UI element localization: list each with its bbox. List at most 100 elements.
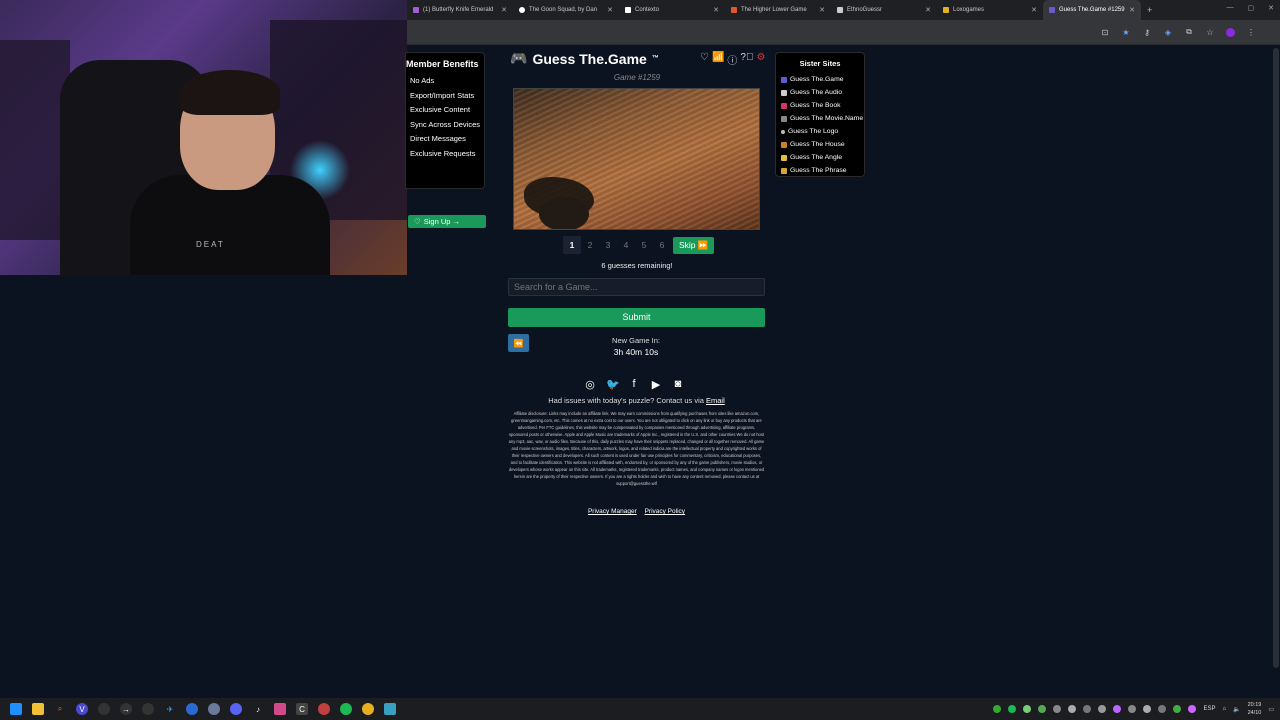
minimize-icon[interactable]: — [1227,4,1234,12]
tab-butterfly-knife[interactable]: (1) Butterfly Knife Emerald ✕ [407,0,513,20]
search-icon[interactable]: ⌕ [54,703,66,715]
app-blue-icon[interactable] [186,703,198,715]
close-tab-icon[interactable]: ✕ [501,6,507,14]
tab-goon-squad[interactable]: The Goon Squad, by Dan ✕ [513,0,619,20]
notepad-icon[interactable] [384,703,396,715]
profile-avatar[interactable] [1226,27,1235,37]
rss-icon[interactable]: ◙ [672,378,684,391]
tray-app9-icon[interactable] [1143,705,1152,713]
sister-site-link[interactable]: Guess The House [781,138,863,151]
network-icon[interactable]: ⌂ [1222,706,1226,712]
app-c-icon[interactable]: C [296,703,308,715]
menu-dots-icon[interactable]: ⋮ [1246,28,1256,37]
sister-site-link[interactable]: Guess The Logo [781,125,863,138]
bookmark-star-icon[interactable]: ★ [1121,28,1131,37]
email-link[interactable]: Email [706,396,725,405]
app-grey-icon[interactable] [208,703,220,715]
tray-app12-icon[interactable] [1188,705,1197,713]
close-tab-icon[interactable]: ✕ [819,6,825,14]
taskbar-clock[interactable]: 20:19 24/10 [1248,701,1262,717]
app-colorful-icon[interactable] [274,703,286,715]
tray-app-icon[interactable] [1023,705,1032,713]
stats-icon[interactable]: 📶 [712,52,724,67]
streamer-hair [180,70,280,115]
app-arrow-icon[interactable]: → [120,703,132,715]
close-tab-icon[interactable]: ✕ [1031,6,1037,14]
file-explorer-icon[interactable] [32,703,44,715]
sister-site-link[interactable]: Guess The Phrase [781,164,863,177]
privacy-policy-link[interactable]: Privacy Policy [645,508,685,515]
tab-loxogames[interactable]: Loxogames ✕ [937,0,1043,20]
close-tab-icon[interactable]: ✕ [607,6,613,14]
youtube-icon[interactable]: ▶ [650,378,662,391]
stage-button[interactable]: 6 [653,236,671,254]
notifications-icon[interactable]: ▭ [1268,706,1274,713]
app-red-icon[interactable] [318,703,330,715]
tray-app6-icon[interactable] [1098,705,1107,713]
tiktok-icon[interactable]: ♪ [252,703,264,715]
skip-button[interactable]: Skip ⏩ [673,236,715,254]
stage-button[interactable]: 2 [581,236,599,254]
previous-game-button[interactable]: ⏪ [508,334,529,352]
bookmarks-icon[interactable]: ☆ [1205,28,1215,37]
settings-gear-icon[interactable]: ⚙ [756,52,765,67]
help-icon[interactable]: ?⃝ [740,52,753,67]
sister-site-link[interactable]: Guess The Movie.Name [781,112,863,125]
tray-app10-icon[interactable] [1158,705,1167,713]
app-circle-icon[interactable] [98,703,110,715]
spotify-icon[interactable] [340,703,352,715]
tray-app11-icon[interactable] [1173,705,1182,713]
sister-site-link[interactable]: Guess The.Game [781,73,863,86]
tray-app5-icon[interactable] [1083,705,1092,713]
tab-contexto[interactable]: Contexto ✕ [619,0,725,20]
submit-button[interactable]: Submit [508,308,765,327]
facebook-icon[interactable]: f [628,378,640,391]
maximize-icon[interactable]: ▢ [1248,4,1255,12]
info-icon[interactable]: ⓘ [727,52,737,67]
close-tab-icon[interactable]: ✕ [1129,6,1135,14]
tray-app8-icon[interactable] [1128,705,1137,713]
windows-start-icon[interactable] [10,703,22,715]
privacy-manager-link[interactable]: Privacy Manager [588,508,637,515]
game-number: Game #1259 [613,73,661,82]
telegram-icon[interactable]: ✈ [164,703,176,715]
stage-button[interactable]: 4 [617,236,635,254]
tray-app4-icon[interactable] [1068,705,1077,713]
heart-icon[interactable]: ♡ [700,52,709,67]
sister-site-link[interactable]: Guess The Angle [781,151,863,164]
tab-ethnoguessr[interactable]: EthnoGuessr ✕ [831,0,937,20]
close-window-icon[interactable]: ✕ [1268,4,1274,12]
tray-green-icon[interactable] [993,705,1002,713]
sister-site-link[interactable]: Guess The Audio [781,86,863,99]
twitter-icon[interactable]: 🐦 [606,378,620,391]
discord-icon[interactable] [230,703,242,715]
extension-shield-icon[interactable]: ◈ [1163,28,1173,37]
keyboard-language[interactable]: ESP [1203,706,1215,712]
close-tab-icon[interactable]: ✕ [925,6,931,14]
tray-app7-icon[interactable] [1113,705,1122,713]
sign-up-button[interactable]: ♡ Sign Up → [408,215,486,228]
stage-button[interactable]: 5 [635,236,653,254]
stage-button[interactable]: 3 [599,236,617,254]
extension-key-icon[interactable]: ⚷ [1142,28,1152,37]
stage-button[interactable]: 1 [563,236,581,254]
chrome-icon[interactable] [362,703,374,715]
new-tab-button[interactable]: + [1147,5,1152,15]
tray-app3-icon[interactable] [1053,705,1062,713]
sister-site-link[interactable]: Guess The Book [781,99,863,112]
window-controls: — ▢ ✕ [1227,4,1275,12]
tab-higher-lower[interactable]: The Higher Lower Game ✕ [725,0,831,20]
volume-icon[interactable]: 🔈 [1233,706,1240,713]
game-title[interactable]: 🎮 Guess The.Game ™ [510,50,659,67]
scrollbar-thumb[interactable] [1273,48,1279,668]
extensions-puzzle-icon[interactable]: ⧉ [1184,27,1194,37]
tab-guess-the-game[interactable]: Guess The.Game #1259 ✕ [1043,0,1141,20]
app-v-icon[interactable]: V [76,703,88,715]
app-controller-icon[interactable] [142,703,154,715]
install-app-icon[interactable]: ⊡ [1100,28,1110,37]
tray-app2-icon[interactable] [1038,705,1047,713]
instagram-icon[interactable]: ◎ [584,378,596,391]
close-tab-icon[interactable]: ✕ [713,6,719,14]
tray-spotify-icon[interactable] [1008,705,1017,713]
game-search-input[interactable] [508,278,765,296]
